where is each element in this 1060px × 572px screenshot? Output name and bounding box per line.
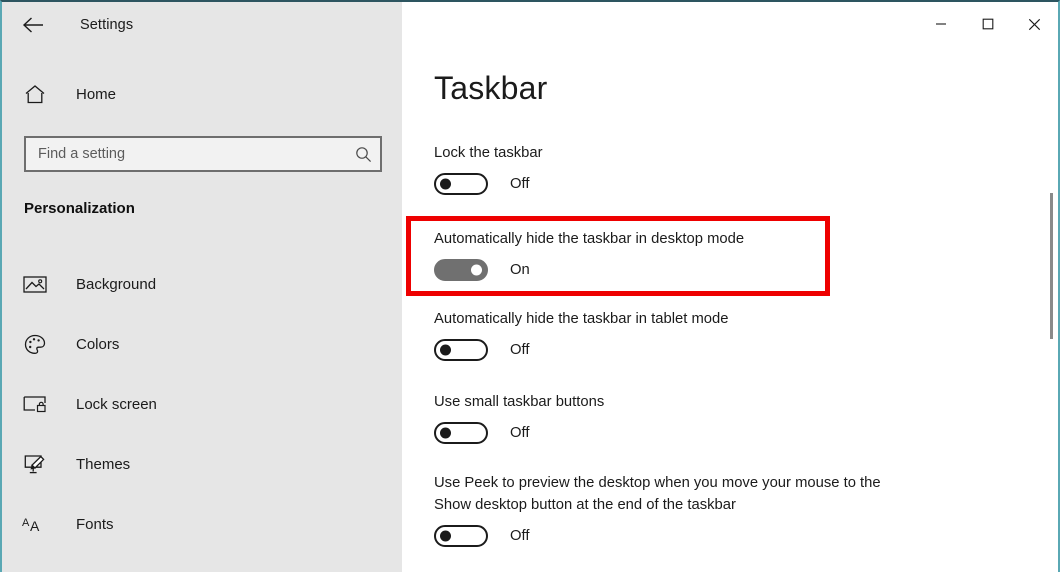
toggle-small-taskbar-buttons[interactable] xyxy=(434,422,488,444)
setting-auto-hide-desktop-mode: Automatically hide the taskbar in deskto… xyxy=(434,228,1034,281)
toggle-row: Off xyxy=(434,422,1034,444)
home-label: Home xyxy=(76,85,117,103)
setting-small-taskbar-buttons: Use small taskbar buttons Off xyxy=(434,391,1034,444)
toggle-lock-the-taskbar[interactable] xyxy=(434,173,488,195)
back-arrow-icon[interactable] xyxy=(10,3,56,47)
close-icon[interactable] xyxy=(1011,2,1058,46)
setting-label: Use Peek to preview the desktop when you… xyxy=(434,475,881,513)
maximize-icon[interactable] xyxy=(964,2,1011,46)
setting-auto-hide-tablet-mode: Automatically hide the taskbar in tablet… xyxy=(434,308,1034,361)
scrollbar-thumb[interactable] xyxy=(1050,193,1053,339)
setting-label: Lock the taskbar xyxy=(434,145,543,161)
toggle-row: On xyxy=(434,259,1034,281)
sidebar-item-colors[interactable]: Colors xyxy=(2,314,402,374)
title-bar-left: Settings xyxy=(2,2,402,48)
toggle-state-label: Off xyxy=(510,425,530,441)
minimize-icon[interactable] xyxy=(917,2,964,46)
page-title: Taskbar xyxy=(434,70,548,106)
sidebar-item-themes[interactable]: Themes xyxy=(2,434,402,494)
title-bar: Settings xyxy=(2,2,1058,48)
toggle-state-label: Off xyxy=(510,176,530,192)
sidebar: Home Personalization xyxy=(2,48,402,572)
toggle-row: Off xyxy=(434,173,1034,195)
setting-label: Automatically hide the taskbar in deskto… xyxy=(434,231,745,247)
sidebar-item-fonts[interactable]: A A Fonts xyxy=(2,494,402,554)
toggle-use-peek[interactable] xyxy=(434,525,488,547)
search-box[interactable] xyxy=(24,136,382,172)
scrollbar[interactable] xyxy=(1048,94,1056,572)
toggle-row: Off xyxy=(434,525,1034,547)
sidebar-item-label: Themes xyxy=(76,455,131,473)
home-icon xyxy=(16,84,54,105)
settings-window: Settings Home Find a setting Personaliza… xyxy=(0,0,1060,572)
sidebar-item-home[interactable]: Home xyxy=(2,73,402,115)
toggle-state-label: On xyxy=(510,262,530,278)
sidebar-item-background[interactable]: Background xyxy=(2,254,402,314)
palette-icon xyxy=(16,334,54,355)
sidebar-section-title: Personalization xyxy=(24,200,135,217)
toggle-row: Off xyxy=(434,339,1034,361)
toggle-state-label: Off xyxy=(510,342,530,358)
fonts-aa-icon: A A xyxy=(16,514,54,534)
toggle-state-label: Off xyxy=(510,528,530,544)
content-area: Taskbar Lock the taskbar Off Automatical… xyxy=(402,48,1058,572)
setting-label: Use small taskbar buttons xyxy=(434,394,605,410)
search-input[interactable] xyxy=(26,146,346,162)
search-icon[interactable] xyxy=(346,146,380,163)
setting-use-peek: Use Peek to preview the desktop when you… xyxy=(434,472,1034,547)
svg-text:A: A xyxy=(22,517,30,529)
themes-brush-icon xyxy=(16,454,54,475)
toggle-auto-hide-tablet-mode[interactable] xyxy=(434,339,488,361)
svg-text:A: A xyxy=(30,518,40,534)
sidebar-item-label: Colors xyxy=(76,335,120,353)
picture-icon xyxy=(16,275,54,294)
lock-screen-icon xyxy=(16,395,54,414)
sidebar-nav-list: Background Colors Lock screen Themes A A… xyxy=(2,254,402,554)
sidebar-item-lock-screen[interactable]: Lock screen xyxy=(2,374,402,434)
toggle-auto-hide-desktop-mode[interactable] xyxy=(434,259,488,281)
setting-label: Automatically hide the taskbar in tablet… xyxy=(434,311,729,327)
app-title: Settings xyxy=(80,17,134,33)
setting-lock-the-taskbar: Lock the taskbar Off xyxy=(434,142,1034,195)
sidebar-item-label: Background xyxy=(76,275,157,293)
sidebar-item-label: Fonts xyxy=(76,515,114,533)
sidebar-item-label: Lock screen xyxy=(76,395,157,413)
window-controls xyxy=(917,2,1058,46)
